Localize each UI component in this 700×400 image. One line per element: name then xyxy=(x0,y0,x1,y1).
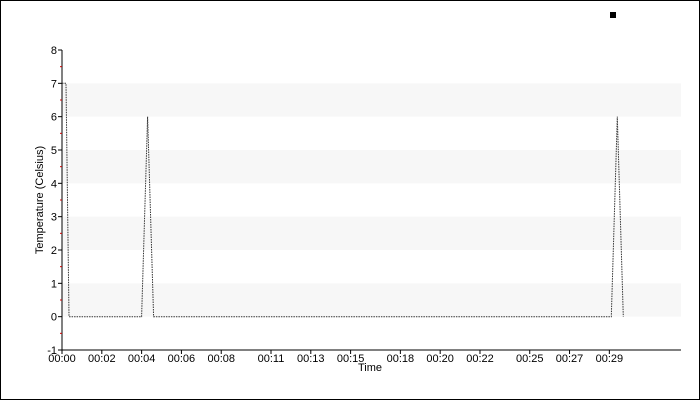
legend-marker xyxy=(610,12,616,18)
grid-band xyxy=(62,83,681,117)
grid-bands xyxy=(62,83,681,317)
x-tick-label: 00:20 xyxy=(426,353,454,365)
x-tick-label: 00:04 xyxy=(128,353,156,365)
x-axis-title: Time xyxy=(358,362,382,374)
x-tick-label: 00:02 xyxy=(88,353,116,365)
y-axis: -1 0 1 2 3 4 5 6 7 8 xyxy=(47,45,63,357)
x-tick-label: 00:18 xyxy=(387,353,415,365)
x-tick-label: 00:06 xyxy=(168,353,196,365)
y-tick-label: 3 xyxy=(51,212,57,224)
grid-band xyxy=(62,216,681,250)
series-layer xyxy=(62,82,624,318)
y-tick-label: -1 xyxy=(47,345,57,357)
y-tick-label: 5 xyxy=(51,145,57,157)
y-tick-label: 8 xyxy=(51,45,57,57)
y-tick-label: 6 xyxy=(51,112,57,124)
x-tick-label: 00:08 xyxy=(207,353,235,365)
temperature-chart: 00:00 00:02 00:04 00:06 00:08 00:11 00:13 00:15… xyxy=(34,12,681,374)
grid-band xyxy=(62,283,681,317)
series-line xyxy=(62,82,624,318)
x-tick-label: 00:25 xyxy=(516,353,544,365)
y-tick-label: 1 xyxy=(51,278,57,290)
x-tick-label: 00:29 xyxy=(596,353,624,365)
y-axis-title: Temperature (Celsius) xyxy=(34,146,46,254)
grid-band xyxy=(62,150,681,184)
x-tick-label: 00:27 xyxy=(556,353,584,365)
x-tick-label: 00:11 xyxy=(258,353,285,365)
x-tick-label: 00:22 xyxy=(466,353,494,365)
y-tick-label: 2 xyxy=(51,245,57,257)
y-tick-label: 4 xyxy=(51,178,57,190)
y-tick-label: 0 xyxy=(51,312,57,324)
x-tick-label: 00:13 xyxy=(297,353,325,365)
y-tick-label: 7 xyxy=(51,78,57,90)
